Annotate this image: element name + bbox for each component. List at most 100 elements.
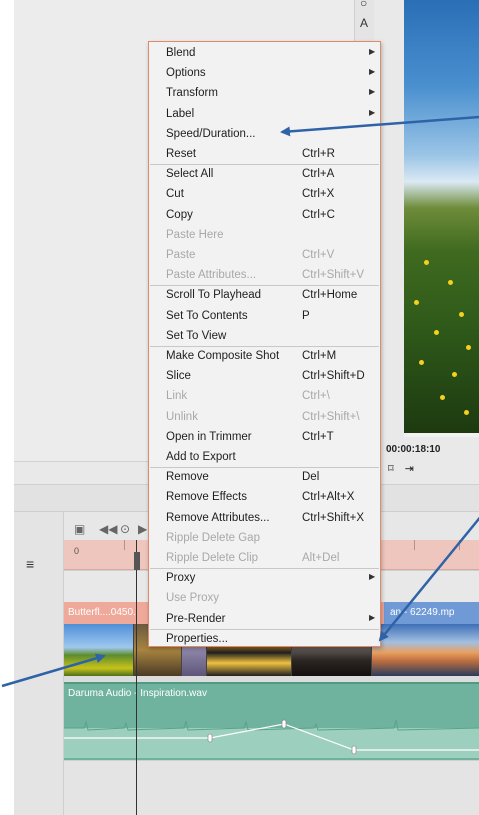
menu-item-label: Copy bbox=[166, 208, 193, 221]
submenu-arrow-icon: ▶ bbox=[369, 107, 376, 117]
menu-item-shortcut: Ctrl+Alt+X bbox=[302, 491, 355, 504]
menu-item-label: Add to Export bbox=[166, 451, 236, 463]
empty-track bbox=[64, 760, 479, 815]
menu-item-shortcut: Ctrl+Shift+\ bbox=[302, 410, 360, 423]
menu-item-set-to-view[interactable]: Set To View bbox=[149, 327, 380, 347]
menu-item-remove[interactable]: Remove Del bbox=[149, 468, 380, 488]
menu-item-label: Remove Effects bbox=[166, 491, 247, 504]
menu-item-proxy[interactable]: Proxy ▶ bbox=[149, 569, 380, 589]
menu-item-properties[interactable]: Properties... bbox=[149, 630, 380, 650]
menu-item-shortcut: Ctrl+Home bbox=[302, 289, 358, 302]
menu-item-label: Speed/Duration... bbox=[166, 127, 256, 140]
menu-item-remove-attributes[interactable]: Remove Attributes... Ctrl+Shift+X bbox=[149, 509, 380, 529]
menu-item-label[interactable]: Label ▶ bbox=[149, 105, 380, 125]
menu-item-remove-effects[interactable]: Remove Effects Ctrl+Alt+X bbox=[149, 488, 380, 508]
play-icon[interactable]: ▶ bbox=[138, 522, 147, 536]
menu-item-label: Transform bbox=[166, 87, 218, 100]
menu-item-shortcut: Ctrl+Shift+D bbox=[302, 370, 365, 383]
menu-item-label: Select All bbox=[166, 168, 214, 181]
playhead-handle[interactable] bbox=[134, 552, 140, 570]
menu-item-unlink: Unlink Ctrl+Shift+\ bbox=[149, 408, 380, 428]
menu-item-label: Pre-Render bbox=[166, 612, 226, 625]
menu-item-slice[interactable]: Slice Ctrl+Shift+D bbox=[149, 367, 380, 387]
next-video-clip-title: an - 62249.mp bbox=[390, 607, 455, 618]
clip-context-menu: Blend ▶ Options ▶ Transform ▶ Label ▶ Speed/Dura… bbox=[148, 41, 381, 647]
video-clip-title: Butterfl....0450. bbox=[68, 607, 136, 618]
text-tool-icon[interactable]: A bbox=[360, 16, 368, 30]
menu-item-shortcut: Ctrl+\ bbox=[302, 390, 330, 403]
menu-item-label: Paste Attributes... bbox=[166, 269, 257, 282]
menu-item-label: Proxy bbox=[166, 572, 196, 585]
menu-item-copy[interactable]: Copy Ctrl+C bbox=[149, 206, 380, 226]
menu-item-label: Blend bbox=[166, 47, 196, 59]
submenu-arrow-icon: ▶ bbox=[369, 47, 376, 56]
menu-item-shortcut: Ctrl+Shift+X bbox=[302, 511, 364, 524]
menu-item-label: Open in Trimmer bbox=[166, 430, 252, 443]
menu-item-paste-here: Paste Here bbox=[149, 226, 380, 246]
menu-item-paste: Paste Ctrl+V bbox=[149, 246, 380, 266]
menu-item-label: Properties... bbox=[166, 632, 228, 645]
menu-item-label: Set To View bbox=[166, 329, 227, 342]
viewer-controls[interactable]: ⌑ ⇥ bbox=[388, 462, 418, 475]
menu-item-link: Link Ctrl+\ bbox=[149, 387, 380, 407]
menu-item-label: Paste bbox=[166, 249, 196, 261]
menu-item-open-in-trimmer[interactable]: Open in Trimmer Ctrl+T bbox=[149, 428, 380, 448]
menu-item-label: Use Proxy bbox=[166, 592, 220, 605]
menu-item-set-to-contents[interactable]: Set To Contents P bbox=[149, 307, 380, 327]
playhead-line bbox=[136, 540, 137, 815]
submenu-arrow-icon: ▶ bbox=[369, 572, 376, 582]
viewer-timecode: 00:00:18:10 bbox=[386, 444, 441, 455]
clip-thumbnail bbox=[64, 624, 134, 676]
menu-item-scroll-to-playhead[interactable]: Scroll To Playhead Ctrl+Home bbox=[149, 286, 380, 306]
menu-item-shortcut: Ctrl+C bbox=[302, 208, 335, 221]
menu-item-label: Slice bbox=[166, 370, 191, 383]
audio-waveform bbox=[64, 719, 479, 758]
menu-item-label: Reset bbox=[166, 148, 197, 160]
rewind-icon[interactable]: ◀◀ bbox=[99, 522, 117, 536]
clip-thumbnail bbox=[372, 624, 479, 676]
menu-item-cut[interactable]: Cut Ctrl+X bbox=[149, 185, 380, 205]
menu-item-ripple-delete-gap: Ripple Delete Gap bbox=[149, 529, 380, 549]
ruler-start-label: 0 bbox=[74, 546, 80, 556]
menu-item-shortcut: Del bbox=[302, 471, 320, 484]
circle-tool-icon[interactable]: ○ bbox=[360, 0, 367, 10]
menu-item-label: Make Composite Shot bbox=[166, 350, 280, 362]
stop-icon[interactable]: ⊙ bbox=[120, 522, 130, 536]
audio-clip-title: Daruma Audio - Inspiration.wav bbox=[68, 688, 207, 699]
multicam-icon[interactable]: ▣ bbox=[74, 522, 85, 536]
menu-item-shortcut: Ctrl+X bbox=[302, 188, 335, 201]
menu-item-shortcut: Ctrl+V bbox=[302, 249, 335, 261]
menu-item-add-to-export[interactable]: Add to Export bbox=[149, 448, 380, 468]
next-video-clip-titlebar[interactable]: an - 62249.mp bbox=[384, 602, 479, 624]
menu-item-options[interactable]: Options ▶ bbox=[149, 64, 380, 84]
menu-item-label: Remove bbox=[166, 471, 209, 484]
menu-item-reset[interactable]: Reset Ctrl+R bbox=[149, 145, 380, 165]
menu-item-label: Ripple Delete Gap bbox=[166, 531, 260, 544]
menu-item-shortcut: Ctrl+T bbox=[302, 430, 334, 443]
menu-item-shortcut: P bbox=[302, 309, 310, 322]
menu-item-label: Label bbox=[166, 107, 195, 120]
menu-item-label: Link bbox=[166, 390, 188, 403]
menu-item-label: Remove Attributes... bbox=[166, 511, 270, 524]
submenu-arrow-icon: ▶ bbox=[369, 67, 376, 77]
menu-item-speed-duration[interactable]: Speed/Duration... bbox=[149, 125, 380, 145]
menu-item-shortcut: Ctrl+Shift+V bbox=[302, 269, 364, 282]
menu-item-use-proxy: Use Proxy bbox=[149, 589, 380, 609]
menu-item-label: Scroll To Playhead bbox=[166, 289, 262, 302]
menu-item-shortcut: Ctrl+A bbox=[302, 168, 335, 181]
menu-item-transform[interactable]: Transform ▶ bbox=[149, 84, 380, 104]
menu-item-label: Set To Contents bbox=[166, 309, 248, 322]
menu-lines-icon[interactable]: ≡ bbox=[26, 556, 34, 572]
preview-viewer bbox=[404, 0, 479, 437]
menu-item-blend[interactable]: Blend ▶ bbox=[149, 44, 380, 64]
preview-frame bbox=[404, 0, 479, 433]
menu-item-select-all[interactable]: Select All Ctrl+A bbox=[149, 165, 380, 185]
audio-clip[interactable]: Daruma Audio - Inspiration.wav bbox=[64, 682, 479, 760]
menu-item-paste-attributes: Paste Attributes... Ctrl+Shift+V bbox=[149, 266, 380, 286]
menu-item-make-composite-shot[interactable]: Make Composite Shot Ctrl+M bbox=[149, 347, 380, 367]
menu-item-ripple-delete-clip: Ripple Delete Clip Alt+Del bbox=[149, 549, 380, 569]
menu-item-shortcut: Ctrl+R bbox=[302, 148, 335, 160]
menu-item-shortcut: Ctrl+M bbox=[302, 350, 337, 362]
menu-item-pre-render[interactable]: Pre-Render ▶ bbox=[149, 610, 380, 630]
submenu-arrow-icon: ▶ bbox=[369, 612, 376, 622]
